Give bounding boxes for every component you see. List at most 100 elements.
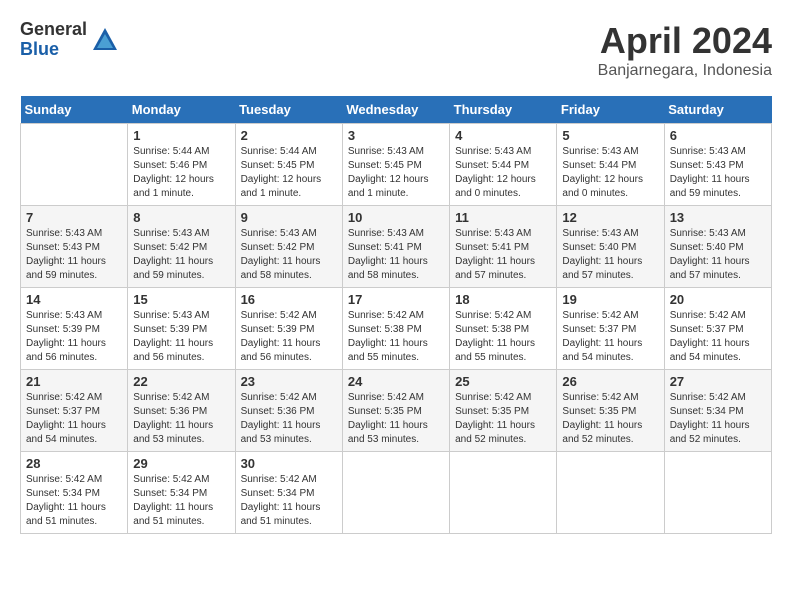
day-number: 30 [241, 456, 337, 471]
day-info: Sunrise: 5:42 AMSunset: 5:34 PMDaylight:… [133, 473, 229, 529]
calendar-cell: 25 Sunrise: 5:42 AMSunset: 5:35 PMDayligh… [450, 370, 557, 452]
calendar-cell: 23 Sunrise: 5:42 AMSunset: 5:36 PMDayligh… [235, 370, 342, 452]
calendar-cell: 22 Sunrise: 5:42 AMSunset: 5:36 PMDayligh… [128, 370, 235, 452]
day-info: Sunrise: 5:42 AMSunset: 5:38 PMDaylight:… [455, 309, 551, 365]
day-info: Sunrise: 5:42 AMSunset: 5:34 PMDaylight:… [241, 473, 337, 529]
calendar-cell: 8Sunrise: 5:43 AMSunset: 5:42 PMDaylight… [128, 206, 235, 288]
day-info: Sunrise: 5:43 AMSunset: 5:43 PMDaylight:… [26, 227, 122, 283]
day-number: 22 [133, 374, 229, 389]
calendar-cell: 4 Sunrise: 5:43 AMSunset: 5:44 PMDaylight… [450, 124, 557, 206]
calendar-cell [664, 452, 771, 534]
day-number: 27 [670, 374, 766, 389]
week-row-1: 1 Sunrise: 5:44 AMSunset: 5:46 PMDaylight… [21, 124, 772, 206]
day-number: 8 [133, 210, 229, 225]
calendar-cell: 20 Sunrise: 5:42 AMSunset: 5:37 PMDayligh… [664, 288, 771, 370]
day-number: 10 [348, 210, 444, 225]
calendar-cell: 15 Sunrise: 5:43 AMSunset: 5:39 PMDayligh… [128, 288, 235, 370]
day-number: 7 [26, 210, 122, 225]
calendar-cell [342, 452, 449, 534]
day-info: Sunrise: 5:43 AMSunset: 5:39 PMDaylight:… [133, 309, 229, 365]
calendar-cell: 19 Sunrise: 5:42 AMSunset: 5:37 PMDayligh… [557, 288, 664, 370]
day-info: Sunrise: 5:43 AMSunset: 5:45 PMDaylight:… [348, 145, 444, 201]
day-info: Sunrise: 5:42 AMSunset: 5:36 PMDaylight:… [241, 391, 337, 447]
day-info: Sunrise: 5:42 AMSunset: 5:37 PMDaylight:… [670, 309, 766, 365]
calendar-cell: 2 Sunrise: 5:44 AMSunset: 5:45 PMDaylight… [235, 124, 342, 206]
day-info: Sunrise: 5:42 AMSunset: 5:39 PMDaylight:… [241, 309, 337, 365]
calendar-cell: 24Sunrise: 5:42 AMSunset: 5:35 PMDayligh… [342, 370, 449, 452]
day-info: Sunrise: 5:42 AMSunset: 5:38 PMDaylight:… [348, 309, 444, 365]
day-info: Sunrise: 5:42 AMSunset: 5:34 PMDaylight:… [670, 391, 766, 447]
day-info: Sunrise: 5:43 AMSunset: 5:42 PMDaylight:… [241, 227, 337, 283]
day-info: Sunrise: 5:43 AMSunset: 5:40 PMDaylight:… [562, 227, 658, 283]
month-title: April 2024 [598, 20, 772, 62]
calendar-cell: 30 Sunrise: 5:42 AMSunset: 5:34 PMDayligh… [235, 452, 342, 534]
day-info: Sunrise: 5:42 AMSunset: 5:35 PMDaylight:… [455, 391, 551, 447]
calendar-cell [21, 124, 128, 206]
header-day-sunday: Sunday [21, 96, 128, 124]
day-number: 21 [26, 374, 122, 389]
calendar-cell: 12 Sunrise: 5:43 AMSunset: 5:40 PMDayligh… [557, 206, 664, 288]
day-number: 25 [455, 374, 551, 389]
calendar-cell: 9 Sunrise: 5:43 AMSunset: 5:42 PMDaylight… [235, 206, 342, 288]
day-number: 16 [241, 292, 337, 307]
day-number: 5 [562, 128, 658, 143]
day-info: Sunrise: 5:43 AMSunset: 5:41 PMDaylight:… [455, 227, 551, 283]
day-number: 20 [670, 292, 766, 307]
day-number: 1 [133, 128, 229, 143]
calendar-cell: 28 Sunrise: 5:42 AMSunset: 5:34 PMDayligh… [21, 452, 128, 534]
day-number: 15 [133, 292, 229, 307]
day-number: 13 [670, 210, 766, 225]
calendar-cell: 7 Sunrise: 5:43 AMSunset: 5:43 PMDaylight… [21, 206, 128, 288]
day-info: Sunrise: 5:43 AMSunset: 5:44 PMDaylight:… [455, 145, 551, 201]
day-number: 9 [241, 210, 337, 225]
header-day-monday: Monday [128, 96, 235, 124]
day-number: 12 [562, 210, 658, 225]
header-day-tuesday: Tuesday [235, 96, 342, 124]
day-number: 23 [241, 374, 337, 389]
week-row-3: 14 Sunrise: 5:43 AMSunset: 5:39 PMDayligh… [21, 288, 772, 370]
calendar-table: SundayMondayTuesdayWednesdayThursdayFrid… [20, 96, 772, 534]
calendar-cell: 27 Sunrise: 5:42 AMSunset: 5:34 PMDayligh… [664, 370, 771, 452]
day-info: Sunrise: 5:42 AMSunset: 5:35 PMDaylight:… [348, 391, 444, 447]
day-number: 28 [26, 456, 122, 471]
calendar-cell: 3Sunrise: 5:43 AMSunset: 5:45 PMDaylight… [342, 124, 449, 206]
header-row: SundayMondayTuesdayWednesdayThursdayFrid… [21, 96, 772, 124]
calendar-cell: 5Sunrise: 5:43 AMSunset: 5:44 PMDaylight… [557, 124, 664, 206]
week-row-2: 7 Sunrise: 5:43 AMSunset: 5:43 PMDaylight… [21, 206, 772, 288]
title-block: April 2024 Banjarnegara, Indonesia [598, 20, 772, 80]
day-number: 2 [241, 128, 337, 143]
calendar-cell: 29Sunrise: 5:42 AMSunset: 5:34 PMDayligh… [128, 452, 235, 534]
day-number: 26 [562, 374, 658, 389]
page-header: General Blue April 2024 Banjarnegara, In… [20, 20, 772, 80]
day-number: 4 [455, 128, 551, 143]
day-info: Sunrise: 5:43 AMSunset: 5:39 PMDaylight:… [26, 309, 122, 365]
day-number: 19 [562, 292, 658, 307]
day-info: Sunrise: 5:42 AMSunset: 5:34 PMDaylight:… [26, 473, 122, 529]
day-info: Sunrise: 5:43 AMSunset: 5:43 PMDaylight:… [670, 145, 766, 201]
calendar-cell: 1 Sunrise: 5:44 AMSunset: 5:46 PMDaylight… [128, 124, 235, 206]
day-info: Sunrise: 5:43 AMSunset: 5:41 PMDaylight:… [348, 227, 444, 283]
week-row-4: 21Sunrise: 5:42 AMSunset: 5:37 PMDayligh… [21, 370, 772, 452]
calendar-cell: 10 Sunrise: 5:43 AMSunset: 5:41 PMDayligh… [342, 206, 449, 288]
day-info: Sunrise: 5:42 AMSunset: 5:35 PMDaylight:… [562, 391, 658, 447]
day-number: 18 [455, 292, 551, 307]
calendar-cell: 16 Sunrise: 5:42 AMSunset: 5:39 PMDayligh… [235, 288, 342, 370]
day-number: 17 [348, 292, 444, 307]
header-day-friday: Friday [557, 96, 664, 124]
logo-blue: Blue [20, 40, 87, 60]
day-info: Sunrise: 5:44 AMSunset: 5:45 PMDaylight:… [241, 145, 337, 201]
logo-general: General [20, 20, 87, 40]
calendar-cell: 26 Sunrise: 5:42 AMSunset: 5:35 PMDayligh… [557, 370, 664, 452]
day-number: 14 [26, 292, 122, 307]
day-info: Sunrise: 5:42 AMSunset: 5:36 PMDaylight:… [133, 391, 229, 447]
calendar-cell [557, 452, 664, 534]
header-day-wednesday: Wednesday [342, 96, 449, 124]
header-day-saturday: Saturday [664, 96, 771, 124]
location: Banjarnegara, Indonesia [598, 62, 772, 80]
day-number: 11 [455, 210, 551, 225]
day-info: Sunrise: 5:44 AMSunset: 5:46 PMDaylight:… [133, 145, 229, 201]
calendar-cell [450, 452, 557, 534]
day-info: Sunrise: 5:42 AMSunset: 5:37 PMDaylight:… [562, 309, 658, 365]
calendar-cell: 17 Sunrise: 5:42 AMSunset: 5:38 PMDayligh… [342, 288, 449, 370]
day-info: Sunrise: 5:43 AMSunset: 5:40 PMDaylight:… [670, 227, 766, 283]
